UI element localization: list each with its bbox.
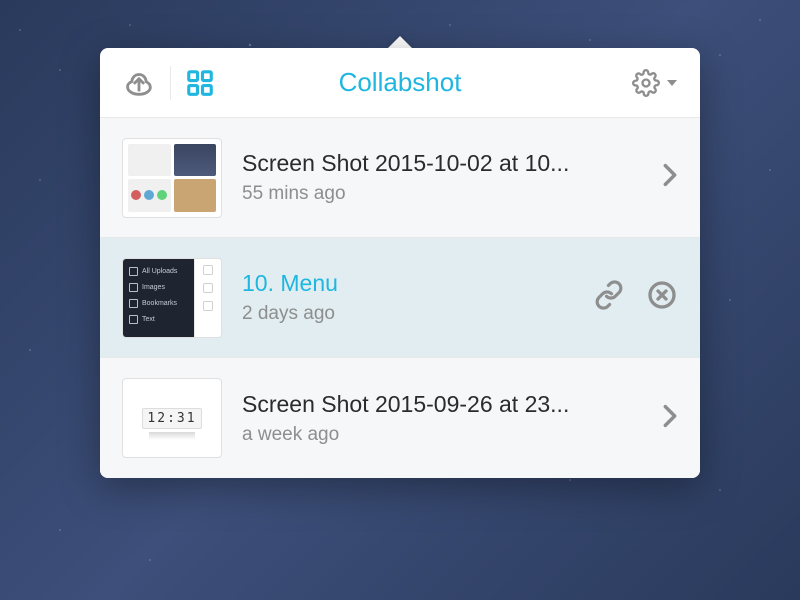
item-title: 10. Menu — [242, 270, 574, 297]
item-timestamp: 2 days ago — [242, 303, 574, 325]
popover-panel: Collabshot — [100, 48, 700, 478]
grid-view-icon[interactable] — [185, 68, 215, 98]
thumbnail: All Uploads Images Bookmarks Text — [122, 258, 222, 338]
chevron-right-icon[interactable] — [662, 402, 678, 435]
header-divider — [170, 66, 171, 100]
uploads-list: Screen Shot 2015-10-02 at 10... 55 mins … — [100, 118, 700, 478]
item-title: Screen Shot 2015-09-26 at 23... — [242, 391, 642, 418]
link-icon[interactable] — [594, 280, 624, 315]
item-timestamp: 55 mins ago — [242, 183, 642, 205]
upload-icon[interactable] — [122, 66, 156, 100]
item-timestamp: a week ago — [242, 424, 642, 446]
header-bar: Collabshot — [100, 48, 700, 118]
list-item[interactable]: All Uploads Images Bookmarks Text 10. Me… — [100, 238, 700, 358]
chevron-right-icon[interactable] — [662, 161, 678, 194]
item-title: Screen Shot 2015-10-02 at 10... — [242, 150, 642, 177]
settings-caret-icon[interactable] — [666, 77, 678, 89]
list-item[interactable]: Screen Shot 2015-10-02 at 10... 55 mins … — [100, 118, 700, 238]
close-circle-icon[interactable] — [646, 279, 678, 316]
thumbnail: 12:31 — [122, 378, 222, 458]
app-title: Collabshot — [339, 67, 462, 98]
thumbnail — [122, 138, 222, 218]
settings-icon[interactable] — [632, 69, 660, 97]
list-item[interactable]: 12:31 Screen Shot 2015-09-26 at 23... a … — [100, 358, 700, 478]
